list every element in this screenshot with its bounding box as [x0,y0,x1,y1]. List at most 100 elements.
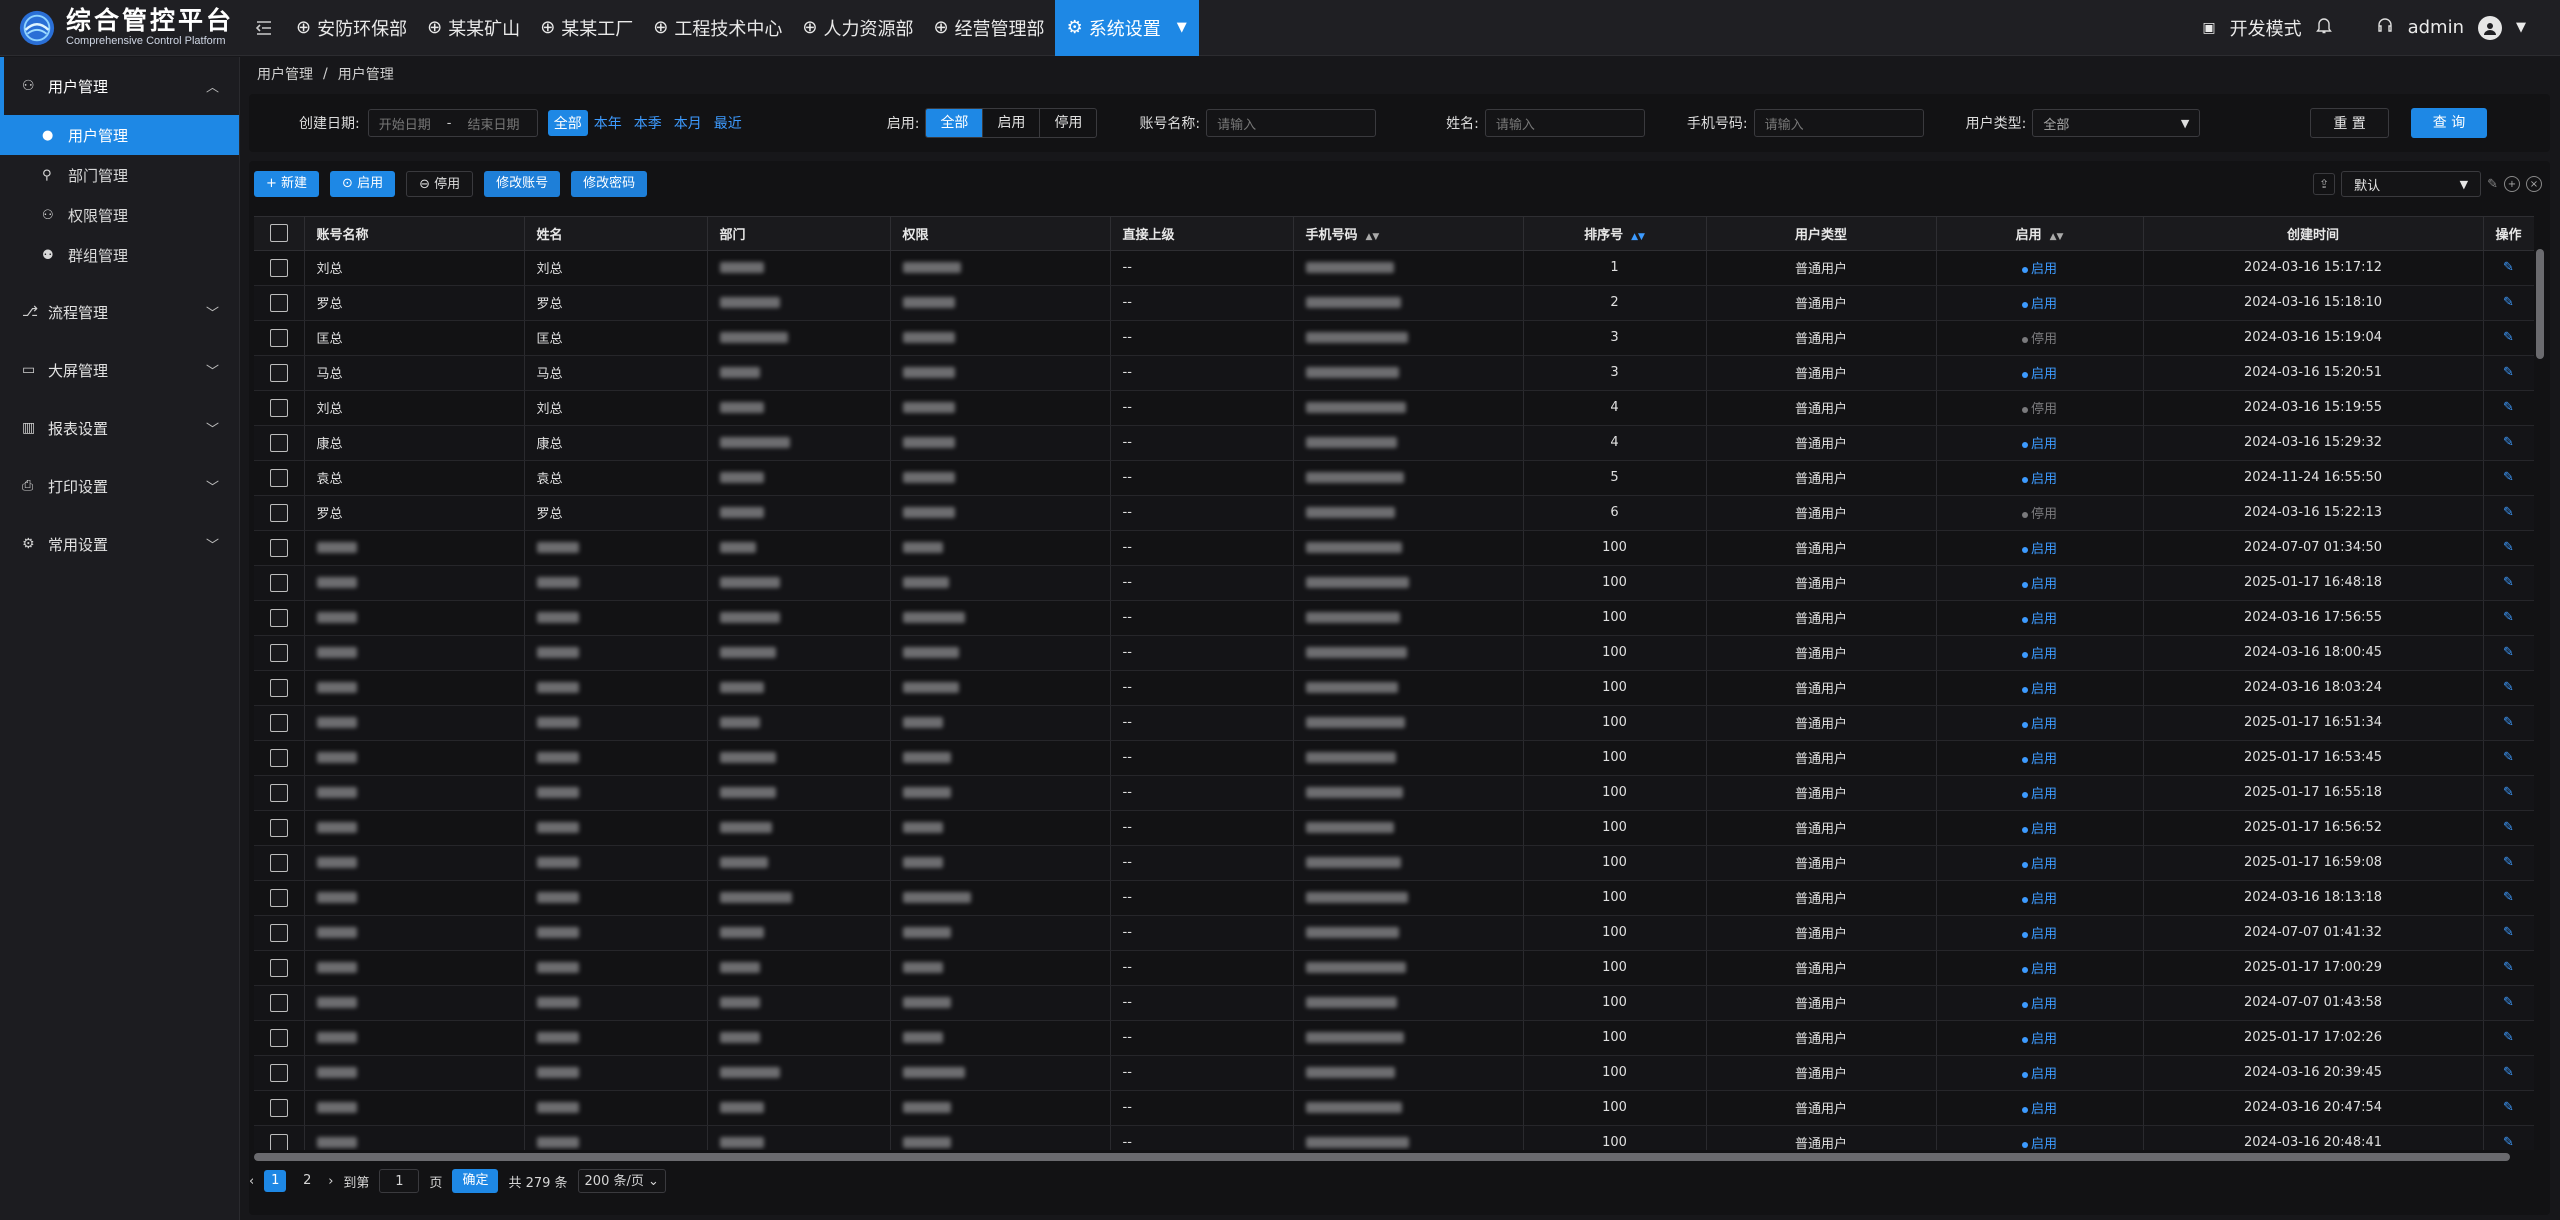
export-icon[interactable]: ⇪ [2313,173,2336,195]
reset-button[interactable]: 重 置 [2310,108,2389,138]
view-select[interactable]: 默认 ▼ [2341,171,2482,197]
edit-icon[interactable]: ✎ [2503,750,2514,765]
delete-view-icon[interactable]: × [2526,176,2542,192]
goto-confirm-button[interactable]: 确定 [452,1169,499,1193]
row-checkbox[interactable] [254,320,305,356]
edit-icon[interactable]: ✎ [2503,435,2514,450]
sort-icon[interactable]: ▲▼ [2050,232,2064,242]
row-checkbox[interactable] [254,880,305,916]
nav-item-jingying[interactable]: ⊕ 经营管理部 [923,0,1054,56]
edit-icon[interactable]: ✎ [2503,400,2514,415]
row-checkbox[interactable] [254,285,305,321]
row-checkbox[interactable] [254,390,305,426]
row-checkbox[interactable] [254,775,305,811]
row-checkbox[interactable] [254,740,305,776]
table-row[interactable]: -- 100 普通用户 启用 2024-03-16 18:03:24 ✎ [254,670,2534,706]
headset-icon[interactable] [2376,16,2394,39]
user-menu-caret-icon[interactable]: ▼ [2516,20,2526,35]
table-row[interactable]: -- 100 普通用户 启用 2024-03-16 18:13:18 ✎ [254,880,2534,916]
row-checkbox[interactable] [254,1125,305,1150]
table-row[interactable]: 匡总 匡总 -- 3 普通用户 停用 2024-03-16 15:19:04 ✎ [254,320,2534,356]
table-row[interactable]: 刘总 刘总 -- 4 普通用户 停用 2024-03-16 15:19:55 ✎ [254,390,2534,426]
table-row[interactable]: 刘总 刘总 -- 1 普通用户 启用 2024-03-16 15:17:12 ✎ [254,250,2534,286]
collapse-menu-icon[interactable] [250,14,278,42]
phone-input[interactable]: 请输入 [1753,109,1924,137]
nav-item-renli[interactable]: ⊕ 人力资源部 [792,0,923,56]
table-row[interactable]: 袁总 袁总 -- 5 普通用户 启用 2024-11-24 16:55:50 ✎ [254,460,2534,496]
quick-range-quarter[interactable]: 本季 [634,113,662,133]
row-checkbox[interactable] [254,950,305,986]
table-row[interactable]: -- 100 普通用户 启用 2025-01-17 16:48:18 ✎ [254,565,2534,601]
dev-mode-icon[interactable]: ▣ [2202,20,2215,36]
row-checkbox[interactable] [254,635,305,671]
edit-icon[interactable]: ✎ [2503,610,2514,625]
table-row[interactable]: -- 100 普通用户 启用 2024-07-07 01:41:32 ✎ [254,915,2534,951]
sidebar-group-screen[interactable]: ▭ 大屏管理 ﹀ [0,341,239,399]
col-sort[interactable]: 排序号 ▲▼ [1523,217,1707,251]
col-phone[interactable]: 手机号码 ▲▼ [1293,217,1524,251]
edit-icon[interactable]: ✎ [2503,1065,2514,1080]
edit-icon[interactable]: ✎ [2503,855,2514,870]
sort-asc-icon[interactable]: ▲▼ [1631,232,1645,242]
edit-icon[interactable]: ✎ [2503,260,2514,275]
prev-page-icon[interactable]: ‹ [249,1174,254,1189]
enable-option-off[interactable]: 停用 [1040,109,1096,137]
table-row[interactable]: 罗总 罗总 -- 6 普通用户 停用 2024-03-16 15:22:13 ✎ [254,495,2534,531]
edit-icon[interactable]: ✎ [2503,1100,2514,1115]
next-page-icon[interactable]: › [328,1174,333,1189]
table-row[interactable]: 罗总 罗总 -- 2 普通用户 启用 2024-03-16 15:18:10 ✎ [254,285,2534,321]
table-row[interactable]: -- 100 普通用户 启用 2025-01-17 16:56:52 ✎ [254,810,2534,846]
dev-mode-label[interactable]: 开发模式 [2230,15,2302,41]
row-checkbox[interactable] [254,1020,305,1056]
disable-button[interactable]: ⊖ 停用 [406,171,474,197]
sidebar-item-group-mgmt[interactable]: ⚉ 群组管理 [0,235,239,275]
row-checkbox[interactable] [254,810,305,846]
row-checkbox[interactable] [254,600,305,636]
row-checkbox[interactable] [254,425,305,461]
page-2[interactable]: 2 [296,1170,318,1192]
select-all-checkbox[interactable] [254,217,305,251]
table-row[interactable]: -- 100 普通用户 启用 2025-01-17 16:55:18 ✎ [254,775,2534,811]
table-row[interactable]: 康总 康总 -- 4 普通用户 启用 2024-03-16 15:29:32 ✎ [254,425,2534,461]
page-input[interactable]: 1 [379,1169,420,1193]
name-input[interactable]: 请输入 [1484,109,1645,137]
enable-button[interactable]: ⊙ 启用 [330,171,396,197]
date-range-picker[interactable]: 开始日期 - 结束日期 [367,109,538,137]
table-row[interactable]: -- 100 普通用户 启用 2024-03-16 18:00:45 ✎ [254,635,2534,671]
table-row[interactable]: -- 100 普通用户 启用 2024-03-16 20:47:54 ✎ [254,1090,2534,1126]
table-row[interactable]: 马总 马总 -- 3 普通用户 启用 2024-03-16 15:20:51 ✎ [254,355,2534,391]
edit-icon[interactable]: ✎ [2503,295,2514,310]
edit-password-button[interactable]: 修改密码 [571,171,648,197]
edit-icon[interactable]: ✎ [2503,820,2514,835]
account-input[interactable]: 请输入 [1206,109,1377,137]
table-row[interactable]: -- 100 普通用户 启用 2024-07-07 01:34:50 ✎ [254,530,2534,566]
quick-range-recent[interactable]: 最近 [714,113,742,133]
page-size-select[interactable]: 200 条/页 ⌄ [577,1169,666,1193]
quick-range-month[interactable]: 本月 [674,113,702,133]
row-checkbox[interactable] [254,915,305,951]
table-row[interactable]: -- 100 普通用户 启用 2024-07-07 01:43:58 ✎ [254,985,2534,1021]
row-checkbox[interactable] [254,845,305,881]
nav-item-system-settings[interactable]: ⚙ 系统设置 ▼ [1054,0,1199,56]
nav-item-gongcheng[interactable]: ⊕ 工程技术中心 [643,0,792,56]
page-1[interactable]: 1 [264,1170,287,1192]
col-enabled[interactable]: 启用 ▲▼ [1936,217,2144,251]
new-button[interactable]: + 新建 [254,171,320,197]
table-row[interactable]: -- 100 普通用户 启用 2025-01-17 17:02:26 ✎ [254,1020,2534,1056]
usertype-select[interactable]: 全部 ▼ [2032,109,2201,137]
sidebar-group-report[interactable]: ▥ 报表设置 ﹀ [0,399,239,457]
edit-icon[interactable]: ✎ [2503,715,2514,730]
edit-icon[interactable]: ✎ [2503,680,2514,695]
vertical-scrollbar[interactable] [2536,249,2544,359]
query-button[interactable]: 查 询 [2410,108,2488,138]
sidebar-item-user-mgmt[interactable]: ● 用户管理 [0,115,239,155]
nav-item-gongchang[interactable]: ⊕ 某某工厂 [530,0,643,56]
add-view-icon[interactable]: + [2504,176,2520,192]
row-checkbox[interactable] [254,1090,305,1126]
edit-icon[interactable]: ✎ [2503,785,2514,800]
row-checkbox[interactable] [254,985,305,1021]
edit-icon[interactable]: ✎ [2503,365,2514,380]
username[interactable]: admin [2408,17,2464,38]
edit-icon[interactable]: ✎ [2503,1030,2514,1045]
edit-icon[interactable]: ✎ [2503,925,2514,940]
